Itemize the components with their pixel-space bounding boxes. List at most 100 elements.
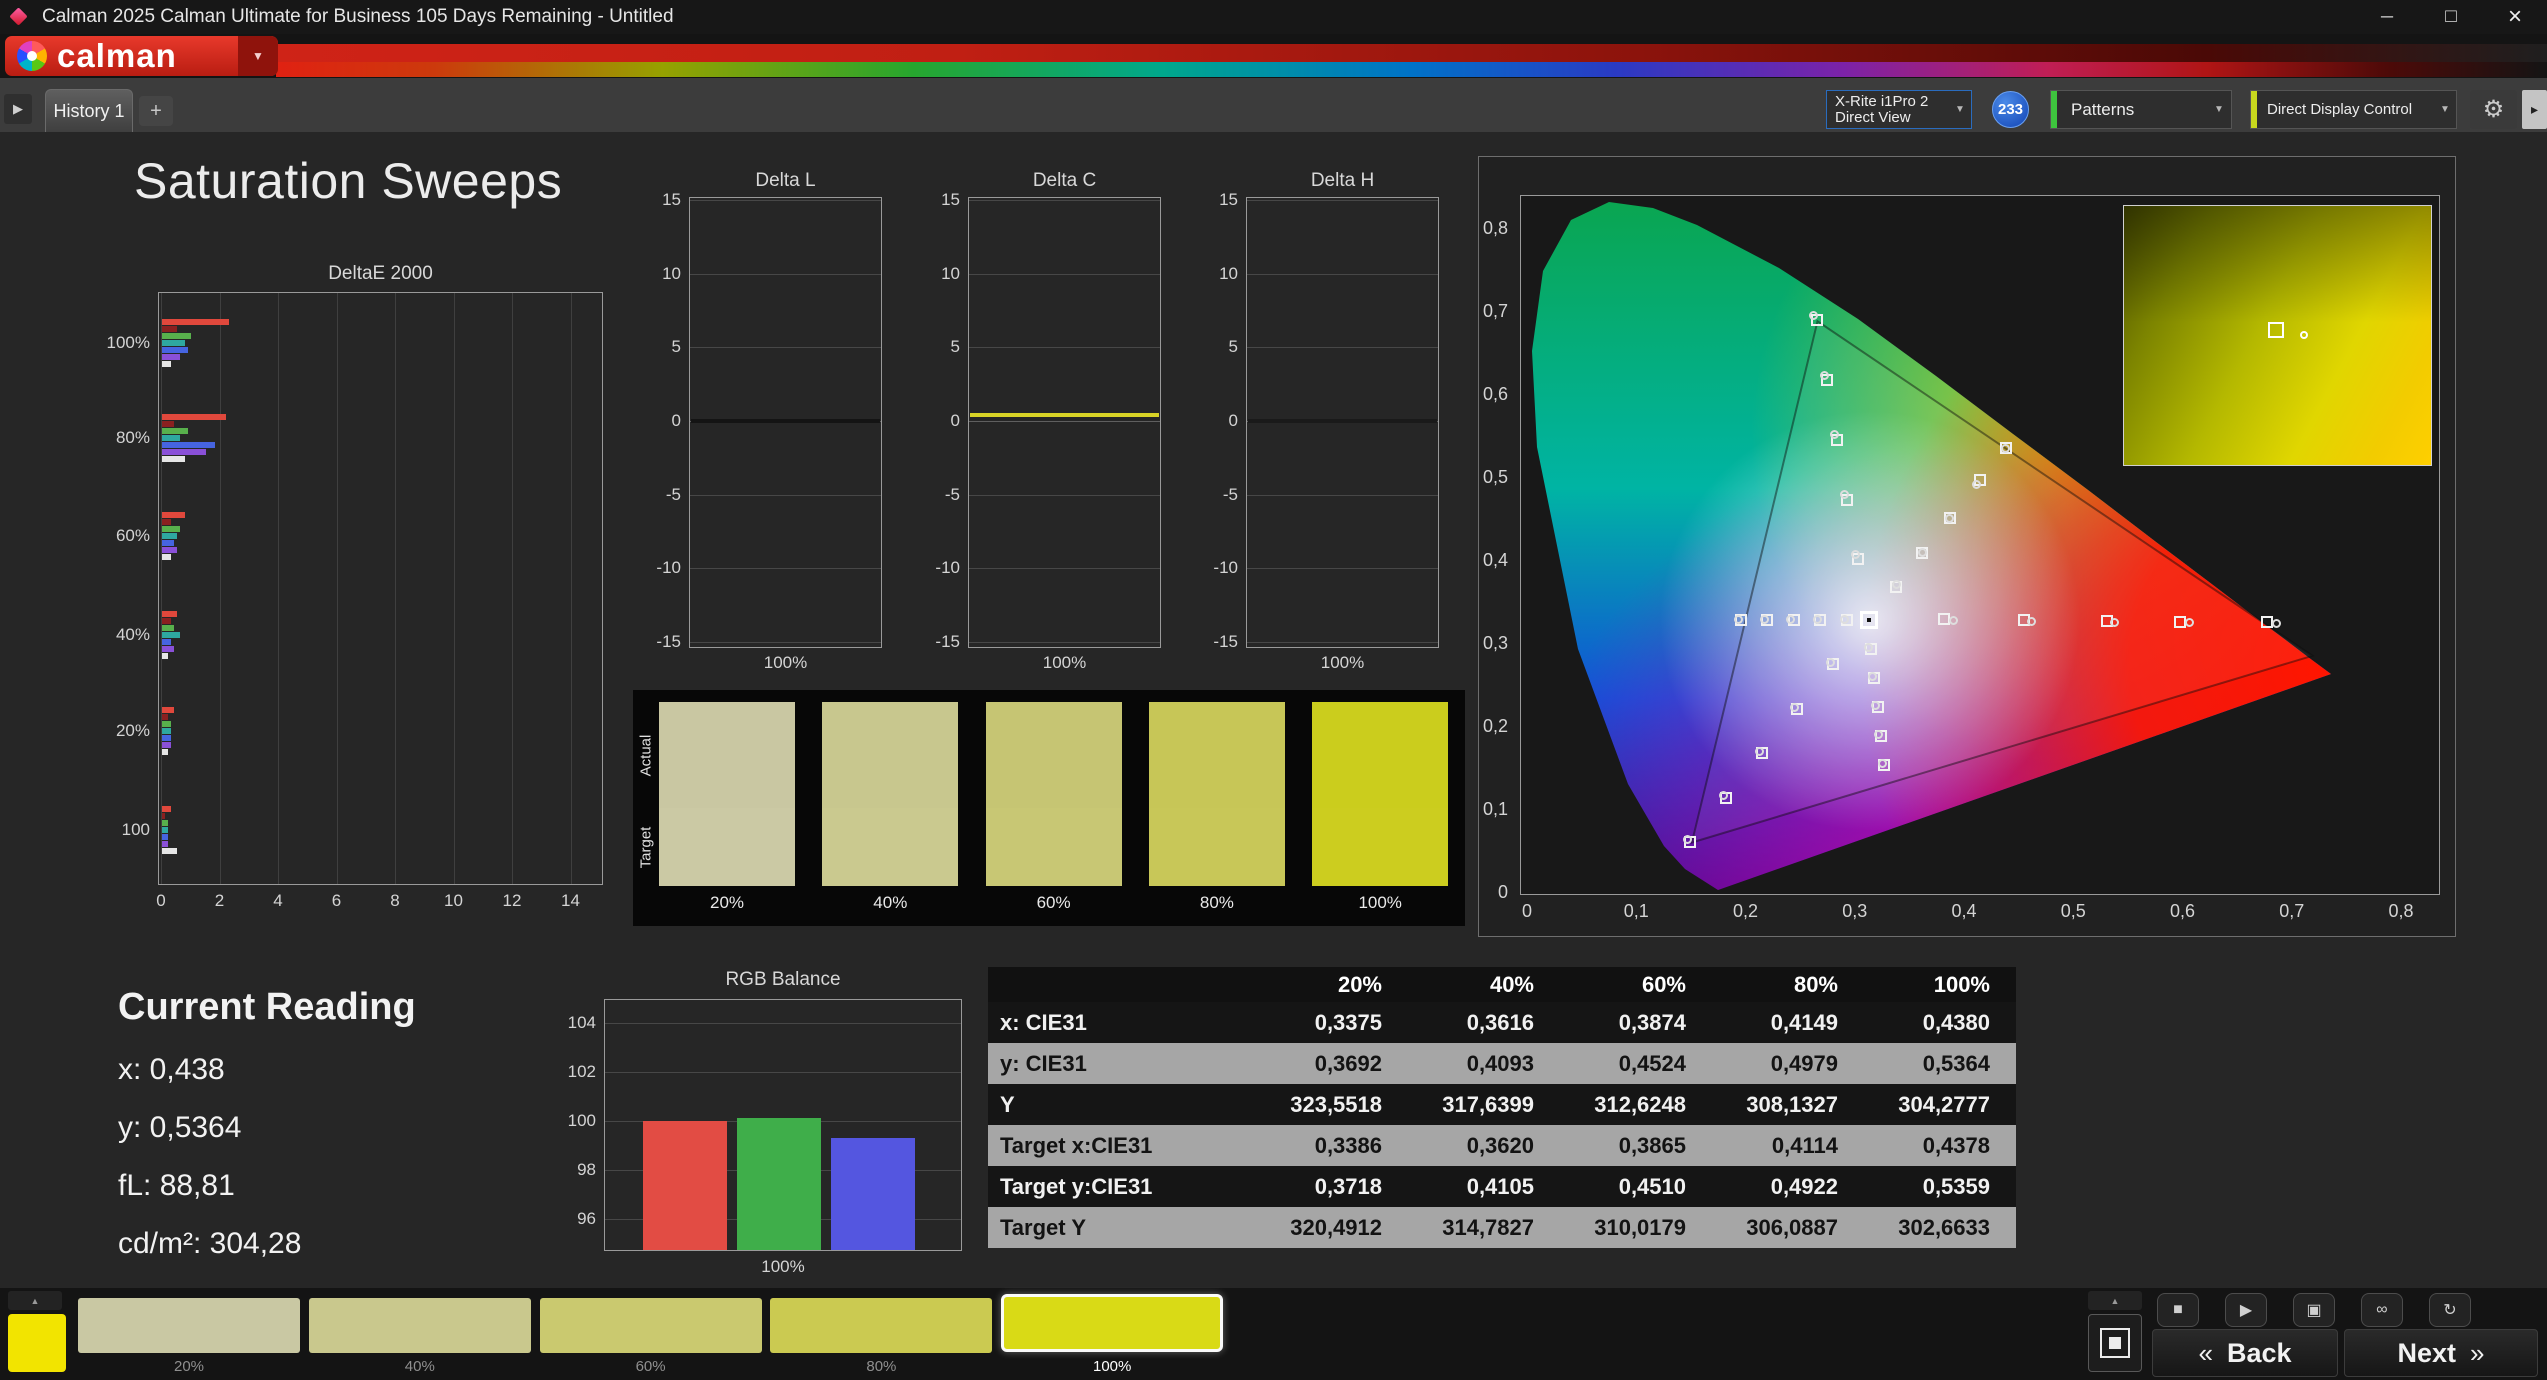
deltae-bar (162, 653, 168, 659)
current-reading-line: cd/m²: 304,28 (118, 1227, 302, 1260)
delta-ytick: 0 (1228, 411, 1238, 430)
swatch-row-label-actual: Actual (637, 734, 655, 776)
delta-ytick: 15 (941, 190, 960, 209)
patterns-accent (2051, 91, 2057, 128)
chevrons-right-icon: » (2470, 1337, 2485, 1368)
delta-ytick: -10 (656, 558, 681, 577)
close-button[interactable]: × (2483, 0, 2547, 34)
meter-select[interactable]: X-Rite i1Pro 2 Direct View ▼ (1826, 90, 1972, 129)
deltae-bar (162, 519, 171, 525)
collapse-right-button[interactable]: ▲ (2088, 1291, 2142, 1310)
calman-menu-dropdown[interactable]: ▼ (238, 36, 278, 76)
deltae-gridline (570, 293, 572, 884)
next-label: Next (2397, 1337, 2457, 1368)
cie-marker-circle (1825, 658, 1835, 668)
deltae-bar (162, 611, 177, 617)
deltae-gridline (278, 293, 279, 884)
deltae-bar (162, 742, 171, 748)
delta-ytick: 10 (662, 264, 681, 283)
deltae-bar (162, 456, 186, 462)
table-cell: 0,4524 (1560, 1043, 1712, 1084)
current-reading-line: fL: 88,81 (118, 1169, 235, 1202)
rgb-bar (831, 1137, 915, 1250)
collapse-left-button[interactable]: ▲ (8, 1291, 62, 1310)
refresh-button[interactable]: ↻ (2429, 1293, 2471, 1327)
target-swatch (1148, 808, 1285, 886)
deltae-bar (162, 554, 171, 560)
cie-marker-circle (1839, 615, 1849, 624)
table-row-label: Y (988, 1084, 1256, 1125)
deltae-bar (162, 428, 189, 434)
pattern-level-label: 20% (173, 1358, 205, 1375)
cie-ytick: 0,6 (1482, 384, 1508, 404)
panel-edge-button[interactable]: ▸ (2522, 90, 2547, 129)
delta-ytick: -5 (1222, 485, 1238, 504)
loop-button[interactable]: ∞ (2361, 1293, 2403, 1327)
delta-data-line (691, 419, 880, 423)
deltae-bar (162, 512, 186, 518)
delta-gridline (1247, 642, 1438, 643)
calman-logo-button[interactable]: calman ▼ (5, 36, 278, 76)
save-button[interactable]: ▣ (2293, 1293, 2335, 1327)
cie-marker-square (2260, 616, 2273, 629)
cie-ytick: 0,8 (1482, 218, 1508, 238)
cie-marker-circle (1850, 549, 1860, 559)
deltae-gridline (161, 293, 162, 884)
next-button[interactable]: Next » (2344, 1329, 2538, 1377)
delta-gridline (1247, 200, 1438, 201)
table-cell: 0,3718 (1256, 1166, 1408, 1207)
table-cell: 317,6399 (1408, 1084, 1560, 1125)
patterns-select[interactable]: Patterns ▼ (2050, 90, 2232, 129)
cie-marker-circle (1812, 615, 1822, 624)
window-title: Calman 2025 Calman Ultimate for Business… (42, 6, 674, 27)
delta-c-plot (968, 197, 1161, 648)
pattern-window-button[interactable] (2088, 1314, 2142, 1372)
pattern-level-label: 60% (635, 1358, 666, 1375)
tab-history-1[interactable]: History 1 (45, 89, 133, 132)
deltae-xtick: 0 (156, 891, 166, 910)
stop-button[interactable]: ■ (2157, 1293, 2199, 1327)
pattern-level-button[interactable]: 60% (539, 1292, 762, 1378)
settings-button[interactable]: ⚙ (2470, 90, 2517, 129)
pattern-level-button[interactable]: 100% (1001, 1292, 1224, 1378)
delta-ytick: 5 (671, 337, 681, 356)
deltae-gridline (453, 293, 455, 884)
delta-gridline (690, 642, 881, 643)
back-button[interactable]: « Back (2152, 1329, 2338, 1377)
delta-gridline (690, 347, 881, 348)
deltae-bar (162, 319, 230, 325)
cie-marker-circle (1754, 746, 1764, 756)
pattern-level-swatch (539, 1298, 762, 1353)
deltae-ytick: 60% (115, 526, 150, 545)
cie-ytick: 0,4 (1482, 550, 1508, 570)
add-tab-button[interactable]: + (139, 96, 173, 126)
rgb-ytick: 100 (567, 1111, 596, 1130)
play-button[interactable]: ▶ (2225, 1293, 2267, 1327)
delta-gridline (1247, 274, 1438, 275)
pattern-level-button[interactable]: 20% (78, 1292, 300, 1378)
cie-marker-circle (1917, 547, 1927, 557)
cie-marker-circle (1948, 615, 1958, 625)
deltae-bar (162, 806, 171, 812)
table-cell: 0,4114 (1712, 1125, 1864, 1166)
display-control-accent (2251, 91, 2257, 128)
table-cell: 0,3865 (1560, 1125, 1712, 1166)
maximize-button[interactable]: □ (2419, 0, 2483, 34)
display-control-select[interactable]: Direct Display Control ▼ (2250, 90, 2457, 129)
deltae-bar (162, 714, 168, 720)
cie-xtick: 0,3 (1842, 901, 1868, 921)
quick-color-swatch[interactable] (8, 1314, 66, 1372)
table-cell: 304,2777 (1864, 1084, 2016, 1125)
delta-ytick: -15 (656, 632, 681, 651)
play-forward-icon: ▶ (13, 101, 23, 116)
pattern-level-button[interactable]: 40% (308, 1292, 531, 1378)
chevron-down-icon: ▼ (252, 49, 264, 63)
swatch-label: 100% (1358, 893, 1402, 912)
deltae-bar (162, 533, 177, 539)
table-header: 80% (1712, 967, 1864, 1002)
deltae-chart-title: DeltaE 2000 (328, 263, 433, 284)
pattern-level-button[interactable]: 80% (770, 1292, 993, 1378)
history-nav-button[interactable]: ▶ (4, 94, 32, 124)
delta-ytick: 5 (1228, 337, 1238, 356)
minimize-button[interactable]: ─ (2355, 0, 2419, 34)
